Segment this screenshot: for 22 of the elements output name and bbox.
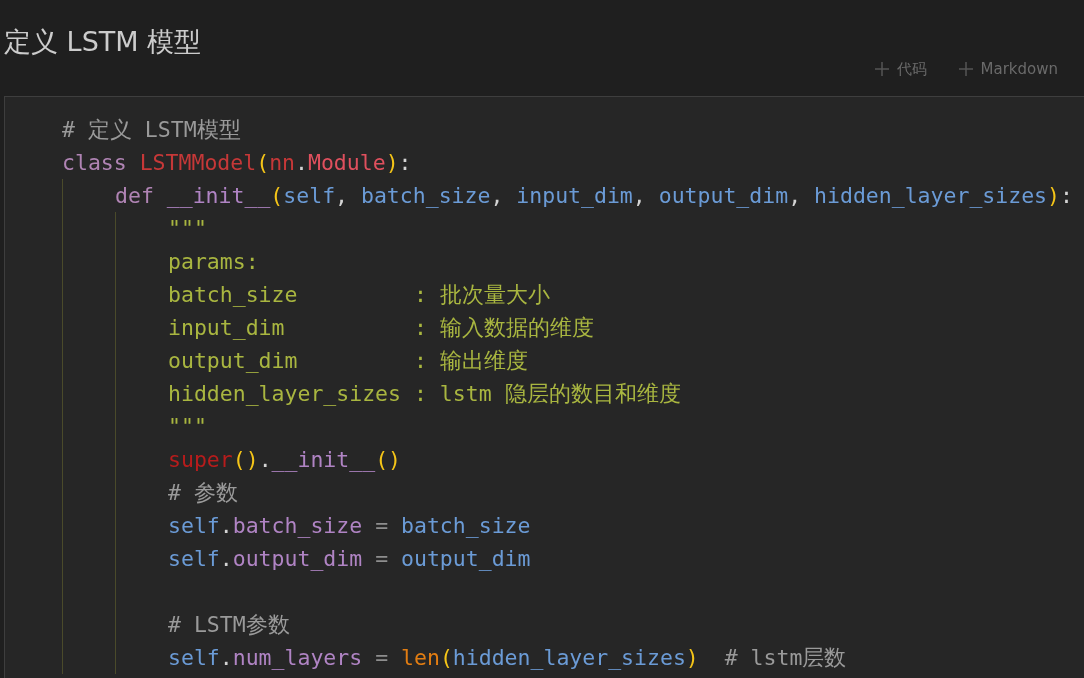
code-line: params: — [168, 248, 259, 276]
add-cell-button[interactable]: Markdown — [946, 54, 1070, 84]
code-line: # 定义 LSTM模型 — [62, 116, 241, 144]
code-line: class LSTMModel(nn.Module): — [62, 149, 412, 177]
code-line: # LSTM参数 — [168, 611, 290, 639]
code-line: super().__init__() — [168, 446, 402, 474]
code-line: self.output_dim = output_dim — [168, 545, 531, 573]
add-cell-button[interactable]: 代码 — [862, 54, 939, 84]
code-line: output_dim : 输出维度 — [168, 347, 528, 375]
code-line: # 参数 — [168, 479, 238, 507]
code-line: hidden_layer_sizes : lstm 隐层的数目和维度 — [168, 380, 681, 408]
code-line: def __init__(self, batch_size, input_dim, output_dim, hidden_layer_sizes): — [115, 182, 1073, 210]
code-line: input_dim : 输入数据的维度 — [168, 314, 594, 342]
code-line: self.batch_size = batch_size — [168, 512, 531, 540]
code-line: """ — [168, 215, 207, 243]
code-cell[interactable] — [4, 96, 1084, 678]
plus-icon — [874, 62, 889, 76]
code-line: """ — [168, 413, 207, 441]
code-line: batch_size : 批次量大小 — [168, 281, 550, 309]
code-line: self.num_layers = len(hidden_layer_sizes) # lstm层数 — [168, 644, 847, 672]
plus-icon — [958, 62, 973, 76]
section-heading: 定义 LSTM 模型 — [4, 25, 202, 59]
